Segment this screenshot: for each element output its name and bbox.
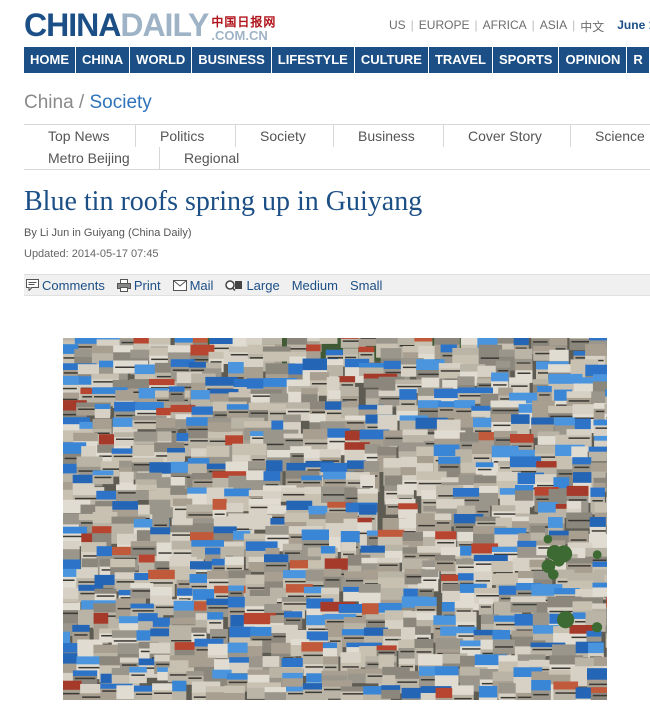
subnav-row: Top News Politics Society Business Cover… — [24, 125, 650, 147]
article-headline: Blue tin roofs spring up in Guiyang — [24, 186, 423, 217]
font-medium-label: Medium — [291, 277, 338, 293]
subnav-item-politics[interactable]: Politics — [136, 125, 236, 147]
nav-item-world[interactable]: WORLD — [130, 47, 193, 73]
subnav-item-top-news[interactable]: Top News — [24, 125, 136, 147]
printer-icon — [116, 278, 131, 292]
logo-china-text: CHINA — [24, 7, 121, 43]
font-large-button[interactable]: Large — [225, 277, 280, 293]
current-date: June 12, — [617, 18, 650, 32]
nav-item-home[interactable]: HOME — [24, 47, 76, 73]
subnav-item-society[interactable]: Society — [236, 125, 334, 147]
logo-daily-text: DAILY — [120, 7, 209, 43]
subnav-item-science[interactable]: Science — [571, 125, 650, 147]
logo-domain-text: .COM.CN — [211, 28, 268, 43]
subnav-item-business[interactable]: Business — [334, 125, 444, 147]
nav-item-business[interactable]: BUSINESS — [192, 47, 272, 73]
china-daily-logo[interactable]: CHINA DAILY 中国日报网 .COM.CN — [24, 8, 276, 42]
font-small-button[interactable]: Small — [350, 278, 383, 293]
print-button[interactable]: Print — [116, 277, 161, 293]
nav-item-culture[interactable]: CULTURE — [355, 47, 429, 73]
main-nav: HOME CHINA WORLD BUSINESS LIFESTYLE CULT… — [24, 47, 650, 73]
nav-item-sports[interactable]: SPORTS — [493, 47, 560, 73]
photo-canvas — [63, 338, 607, 700]
masthead: CHINA DAILY 中国日报网 .COM.CN US | EUROPE | AF… — [0, 0, 650, 46]
nav-item-china[interactable]: CHINA — [76, 47, 131, 73]
aerial-city-photo — [63, 338, 607, 700]
nav-item-lifestyle[interactable]: LIFESTYLE — [272, 47, 355, 73]
edition-links: US| EUROPE| AFRICA| ASIA| 中文 June 12, — [384, 18, 650, 35]
logo-suffix: 中国日报网 .COM.CN — [211, 16, 276, 43]
edition-asia[interactable]: ASIA — [535, 18, 572, 35]
comments-button[interactable]: Comments — [26, 278, 105, 293]
edition-chinese[interactable]: 中文 — [575, 18, 609, 35]
breadcrumb: China / Society — [24, 92, 152, 114]
subnav-item-cover-story[interactable]: Cover Story — [444, 125, 571, 147]
subnav-item-regional[interactable]: Regional — [160, 147, 260, 169]
nav-item-travel[interactable]: TRAVEL — [429, 47, 493, 73]
font-size-icon — [225, 280, 243, 291]
nav-item-opinion[interactable]: OPINION — [559, 47, 628, 73]
section-subnav: Top News Politics Society Business Cover… — [24, 124, 650, 170]
font-medium-button[interactable]: Medium — [292, 278, 338, 293]
subnav-item-metro-beijing[interactable]: Metro Beijing — [24, 147, 160, 169]
font-large-label: Large — [246, 277, 280, 293]
edition-europe[interactable]: EUROPE — [414, 18, 475, 35]
nav-item-truncated[interactable]: R — [627, 47, 650, 73]
font-small-label: Small — [349, 277, 383, 293]
edition-us[interactable]: US — [384, 18, 411, 35]
comments-label: Comments — [42, 277, 105, 293]
mail-button[interactable]: Mail — [172, 277, 214, 293]
print-label: Print — [133, 277, 161, 293]
subnav-row: Metro Beijing Regional — [24, 147, 650, 169]
article-toolbar: Comments Print Mail Large Medium Small — [24, 274, 650, 296]
comment-icon — [26, 279, 39, 291]
mail-icon — [172, 279, 187, 291]
article-byline: By Li Jun in Guiyang (China Daily) — [24, 227, 192, 239]
breadcrumb-current[interactable]: Society — [90, 92, 152, 113]
breadcrumb-separator: / — [73, 92, 90, 113]
article-updated-time: Updated: 2014-05-17 07:45 — [24, 248, 159, 260]
edition-africa[interactable]: AFRICA — [478, 18, 532, 35]
mail-label: Mail — [189, 277, 214, 293]
breadcrumb-parent[interactable]: China — [24, 92, 74, 113]
